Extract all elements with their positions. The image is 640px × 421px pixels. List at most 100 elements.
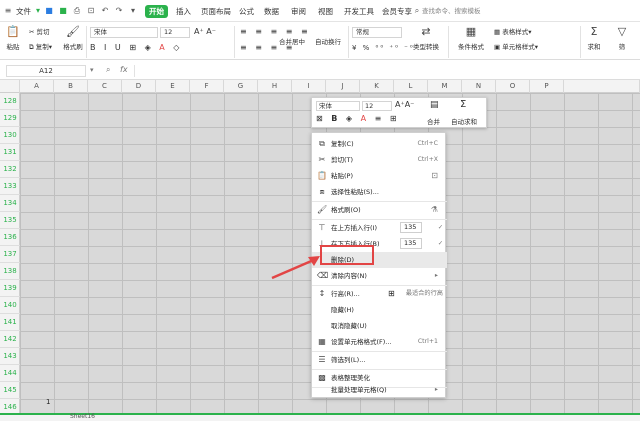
more-icon[interactable]: ▾: [128, 6, 138, 16]
sum-button[interactable]: Σ 求和: [584, 25, 604, 51]
row-header[interactable]: 132: [0, 161, 20, 178]
tab-view[interactable]: 视图: [314, 5, 337, 18]
file-menu[interactable]: 文件: [12, 5, 35, 18]
row-header[interactable]: 145: [0, 382, 20, 399]
copy-button[interactable]: ⧉ 复制▾: [29, 42, 52, 52]
number-format-select[interactable]: 常规: [352, 27, 402, 38]
name-box[interactable]: A12: [6, 65, 86, 77]
preview-icon[interactable]: ⊡: [86, 6, 96, 16]
column-header[interactable]: A: [20, 80, 54, 93]
menu-item-format-painter[interactable]: 🖌 格式刷(O) ⚗: [312, 202, 447, 218]
fx-label[interactable]: fx: [120, 65, 128, 74]
row-header[interactable]: 135: [0, 212, 20, 229]
tab-data[interactable]: 数据: [260, 5, 283, 18]
mini-sigma-icon[interactable]: Σ: [460, 99, 466, 110]
number-format-icons[interactable]: ¥ % ⁰⁰ ⁺⁰ ⁻⁰: [352, 43, 415, 53]
sheet-tab[interactable]: Sheet16: [70, 413, 95, 420]
font-style-buttons[interactable]: B I U ⊞ ◈ A ◇: [90, 43, 182, 53]
column-header[interactable]: I: [292, 80, 326, 93]
merge-icon[interactable]: ▤: [430, 100, 439, 110]
column-header[interactable]: F: [190, 80, 224, 93]
menu-item-row-height[interactable]: ↕ 行高(R)... ⊞ 最适合的行高: [312, 286, 447, 302]
menu-item-insert-above[interactable]: ⊤ 在上方插入行(I) 135 ✓: [312, 220, 447, 236]
row-header[interactable]: 146: [0, 399, 20, 413]
cell-style-button[interactable]: ▣ 单元格样式▾: [494, 42, 538, 52]
print-icon[interactable]: ⎙: [72, 6, 82, 16]
menu-item-paste-special[interactable]: ⧈ 选择性粘贴(S)...: [312, 184, 447, 200]
cell-value[interactable]: 1: [46, 398, 50, 406]
wrap-text-button[interactable]: 自动换行: [312, 36, 344, 46]
row-header[interactable]: 139: [0, 280, 20, 297]
mini-font-name[interactable]: 宋体: [316, 101, 360, 111]
tab-member[interactable]: 会员专享: [378, 5, 416, 18]
tab-developer[interactable]: 开发工具: [340, 5, 378, 18]
menu-item-clear-content[interactable]: ⌫ 清除内容(N) ▸: [312, 268, 447, 284]
tab-review[interactable]: 审阅: [287, 5, 310, 18]
column-header[interactable]: O: [496, 80, 530, 93]
mini-autosum-label[interactable]: 自动求和: [451, 116, 477, 126]
row-header[interactable]: 133: [0, 178, 20, 195]
column-header[interactable]: E: [156, 80, 190, 93]
row-header[interactable]: 131: [0, 144, 20, 161]
row-header[interactable]: 140: [0, 297, 20, 314]
menu-item-cell-format[interactable]: ▦ 设置单元格格式(F)... Ctrl+1: [312, 334, 447, 350]
cut-button[interactable]: ✂ 剪切: [29, 27, 50, 37]
menu-item-unhide[interactable]: 取消隐藏(U): [312, 318, 447, 334]
column-header[interactable]: D: [122, 80, 156, 93]
row-header[interactable]: 138: [0, 263, 20, 280]
undo-icon[interactable]: ↶: [100, 6, 110, 16]
insert-above-count[interactable]: 135: [400, 222, 422, 233]
tab-insert[interactable]: 插入: [172, 5, 195, 18]
table-style-button[interactable]: ▦ 表格样式▾: [494, 27, 532, 37]
row-header[interactable]: 142: [0, 331, 20, 348]
mini-grow-font-icon[interactable]: A⁺A⁻: [395, 100, 414, 109]
menu-item-filter-rows[interactable]: ☰ 筛选列(L)...: [312, 352, 447, 368]
confirm-check-icon[interactable]: ✓: [438, 236, 443, 252]
search-input[interactable]: 查找命令、搜索模板: [422, 6, 502, 17]
select-all-corner[interactable]: [0, 80, 20, 93]
confirm-check-icon[interactable]: ✓: [438, 220, 443, 236]
redo-icon[interactable]: ↷: [114, 6, 124, 16]
menu-item-paste[interactable]: 📋 粘贴(P) ⊡: [312, 168, 447, 184]
row-header[interactable]: 144: [0, 365, 20, 382]
font-name-select[interactable]: 宋体: [90, 27, 158, 38]
column-header[interactable]: P: [530, 80, 564, 93]
row-header[interactable]: 137: [0, 246, 20, 263]
dropdown-icon[interactable]: ▾: [33, 6, 43, 16]
mini-merge-label[interactable]: 合并: [427, 116, 440, 126]
column-header[interactable]: H: [258, 80, 292, 93]
row-header[interactable]: 134: [0, 195, 20, 212]
row-header[interactable]: 136: [0, 229, 20, 246]
row-header[interactable]: 141: [0, 314, 20, 331]
formula-input[interactable]: [134, 65, 634, 77]
menu-item-copy[interactable]: ⧉ 复制(C) Ctrl+C: [312, 136, 447, 152]
column-header[interactable]: B: [54, 80, 88, 93]
mini-font-size[interactable]: 12: [362, 101, 392, 111]
name-box-dropdown-icon[interactable]: ▾: [90, 66, 94, 74]
zoom-icon[interactable]: ⌕: [106, 65, 110, 75]
menu-item-batch[interactable]: 批量处理单元格(Q) ▸: [312, 382, 447, 398]
column-header[interactable]: M: [428, 80, 462, 93]
font-size-select[interactable]: 12: [160, 27, 190, 38]
column-header[interactable]: L: [394, 80, 428, 93]
column-header[interactable]: N: [462, 80, 496, 93]
merge-center-button[interactable]: 合并居中: [276, 36, 308, 46]
paste-button[interactable]: 📋 粘贴: [4, 25, 22, 51]
save-icon[interactable]: ■: [44, 6, 54, 16]
column-header[interactable]: K: [360, 80, 394, 93]
tab-home[interactable]: 开始: [145, 5, 168, 18]
autofit-row-height-button[interactable]: 最适合的行高: [406, 286, 443, 302]
tab-formulas[interactable]: 公式: [235, 5, 258, 18]
type-convert-button[interactable]: ⇄ 类型转换: [408, 25, 444, 51]
row-header[interactable]: 130: [0, 127, 20, 144]
mini-format-icons[interactable]: ⊠ B ◈ A ≡ ⊞: [316, 114, 400, 123]
open-icon[interactable]: ■: [58, 6, 68, 16]
grow-font-icon[interactable]: A⁺ A⁻: [194, 27, 216, 37]
row-header[interactable]: 128: [0, 93, 20, 110]
menu-item-cut[interactable]: ✂ 剪切(T) Ctrl+X: [312, 152, 447, 168]
insert-below-count[interactable]: 135: [400, 238, 422, 249]
row-header[interactable]: 129: [0, 110, 20, 127]
menu-item-hide[interactable]: 隐藏(H): [312, 302, 447, 318]
format-painter-button[interactable]: 🖌 格式刷: [62, 25, 84, 51]
conditional-format-button[interactable]: ▦ 条件格式: [452, 25, 490, 51]
